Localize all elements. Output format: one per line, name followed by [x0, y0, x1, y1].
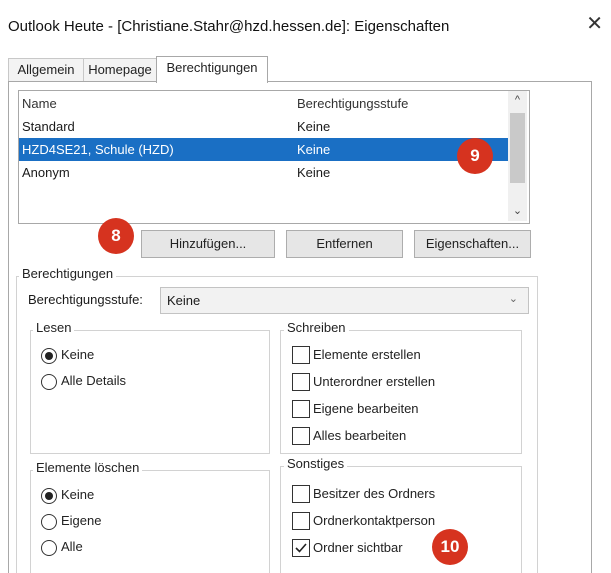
list-item-level: Keine: [297, 119, 331, 134]
tab-allgemein[interactable]: Allgemein: [8, 58, 84, 81]
column-header-level[interactable]: Berechtigungsstufe: [297, 92, 408, 115]
create-subfolders-checkbox[interactable]: [292, 373, 310, 391]
list-item-name: HZD4SE21, Schule (HZD): [22, 142, 174, 157]
folder-owner-checkbox[interactable]: [292, 485, 310, 503]
folder-visible-label[interactable]: Ordner sichtbar: [313, 540, 403, 556]
permissions-group-label: Berechtigungen: [19, 266, 117, 281]
list-item-name: Standard: [22, 119, 75, 134]
create-subfolders-label[interactable]: Unterordner erstellen: [313, 374, 435, 390]
delete-own-label[interactable]: Eigene: [61, 513, 101, 529]
remove-button[interactable]: Entfernen: [286, 230, 403, 258]
read-all-details-label[interactable]: Alle Details: [61, 373, 126, 389]
list-scrollbar[interactable]: ^ ⌄: [508, 91, 527, 221]
edit-own-checkbox[interactable]: [292, 400, 310, 418]
chevron-down-icon: ⌄: [508, 293, 518, 305]
list-item-name: Anonym: [22, 165, 70, 180]
delete-none-label[interactable]: Keine: [61, 487, 94, 503]
create-items-checkbox[interactable]: [292, 346, 310, 364]
edit-all-label[interactable]: Alles bearbeiten: [313, 428, 406, 444]
callout-badge-9: 9: [457, 138, 493, 174]
delete-group-label: Elemente löschen: [33, 460, 143, 475]
list-item-selected[interactable]: HZD4SE21, Schule (HZD) Keine: [19, 138, 510, 161]
list-item[interactable]: Anonym Keine: [19, 161, 510, 184]
level-dropdown-value: Keine: [167, 293, 201, 308]
create-items-label[interactable]: Elemente erstellen: [313, 347, 421, 363]
list-header: Name Berechtigungsstufe: [19, 92, 510, 115]
chevron-down-icon[interactable]: ⌄: [508, 202, 527, 220]
list-item[interactable]: Standard Keine: [19, 115, 510, 138]
chevron-up-icon[interactable]: ^: [508, 91, 527, 109]
callout-badge-8: 8: [98, 218, 134, 254]
other-group-label: Sonstiges: [284, 456, 348, 471]
read-all-details-radio[interactable]: [41, 374, 57, 390]
column-header-name[interactable]: Name: [22, 92, 57, 115]
delete-all-label[interactable]: Alle: [61, 539, 83, 555]
edit-all-checkbox[interactable]: [292, 427, 310, 445]
window-title: Outlook Heute - [Christiane.Stahr@hzd.he…: [8, 18, 450, 35]
read-none-radio[interactable]: [41, 348, 57, 364]
delete-all-radio[interactable]: [41, 540, 57, 556]
close-icon[interactable]: ✕: [586, 14, 603, 34]
list-item-level: Keine: [297, 142, 331, 157]
level-dropdown[interactable]: Keine ⌄: [160, 287, 529, 314]
folder-contact-checkbox[interactable]: [292, 512, 310, 530]
folder-contact-label[interactable]: Ordnerkontaktperson: [313, 513, 435, 529]
properties-button[interactable]: Eigenschaften...: [414, 230, 531, 258]
add-button[interactable]: Hinzufügen...: [141, 230, 275, 258]
folder-visible-checkbox[interactable]: [292, 539, 310, 557]
delete-none-radio[interactable]: [41, 488, 57, 504]
read-none-label[interactable]: Keine: [61, 347, 94, 363]
permission-list[interactable]: Name Berechtigungsstufe Standard Keine H…: [18, 90, 530, 224]
folder-owner-label[interactable]: Besitzer des Ordners: [313, 486, 435, 502]
list-item-level: Keine: [297, 165, 331, 180]
read-group-label: Lesen: [33, 320, 75, 335]
write-group-label: Schreiben: [284, 320, 349, 335]
level-label: Berechtigungsstufe:: [28, 292, 143, 307]
edit-own-label[interactable]: Eigene bearbeiten: [313, 401, 419, 417]
delete-own-radio[interactable]: [41, 514, 57, 530]
tab-homepage[interactable]: Homepage: [83, 58, 157, 81]
scrollbar-thumb[interactable]: [510, 113, 525, 183]
checkmark-icon: [295, 543, 307, 553]
tab-berechtigungen[interactable]: Berechtigungen: [156, 56, 268, 83]
